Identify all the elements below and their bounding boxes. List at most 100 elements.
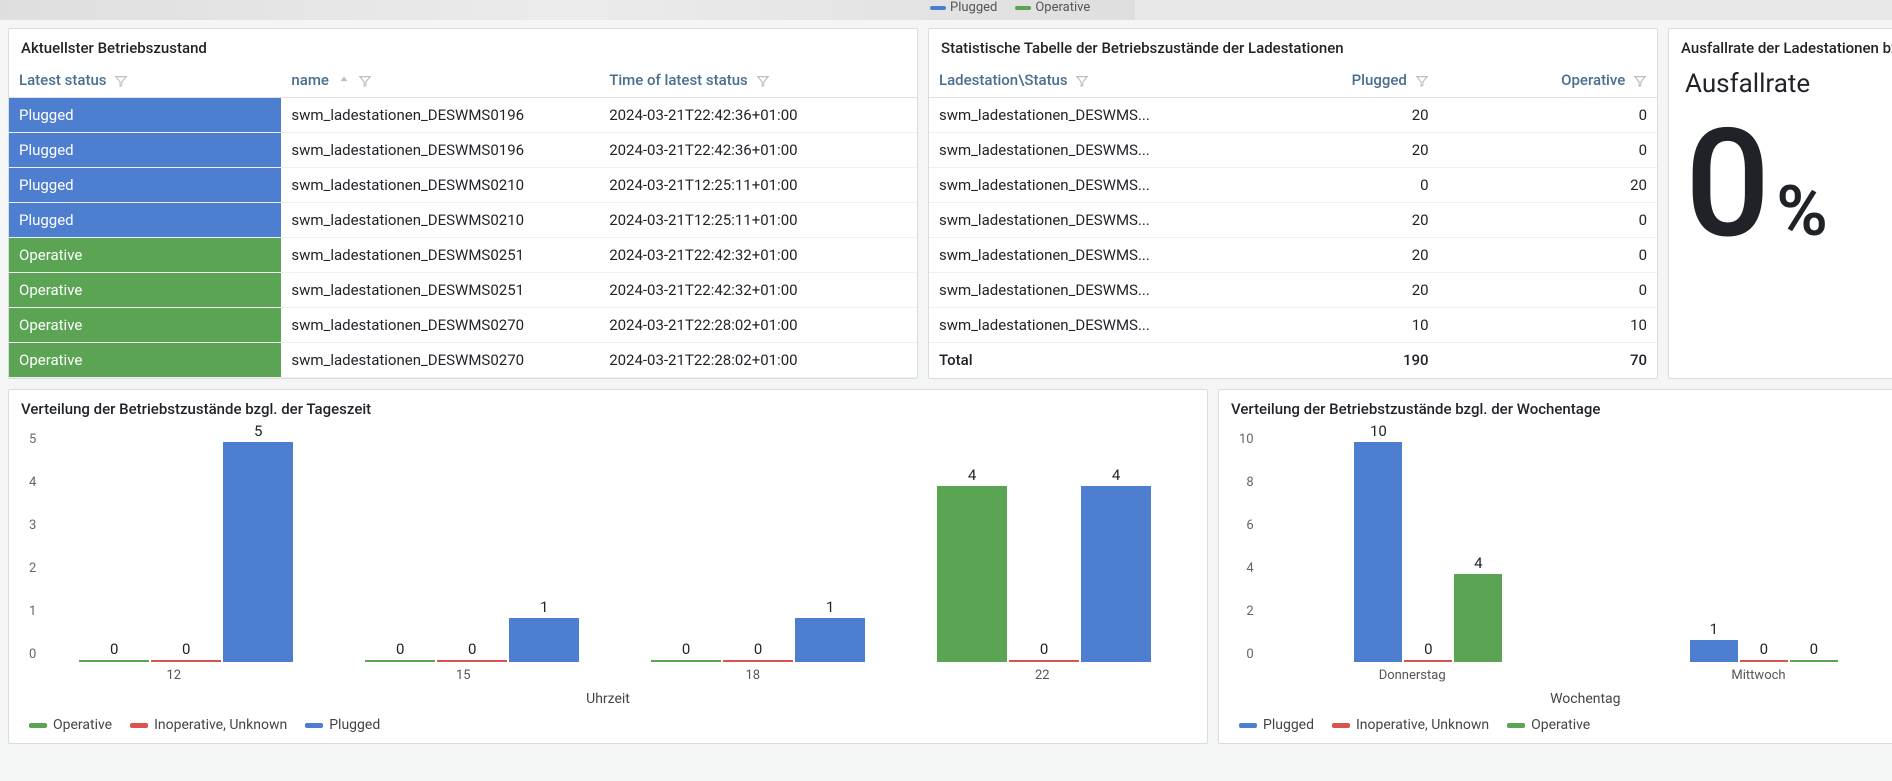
bar[interactable]: 1	[1690, 640, 1738, 662]
bar[interactable]: 1	[795, 618, 865, 662]
bar-value-label: 5	[254, 422, 262, 440]
failrate-value: 0 %	[1685, 109, 1828, 259]
top-legend: Plugged Operative	[930, 0, 1090, 15]
name-cell: swm_ladestationen_DESWMS0210	[281, 168, 599, 203]
bar-value-label: 0	[1040, 640, 1048, 658]
legend-inop[interactable]: Inoperative, Unknown	[130, 717, 287, 733]
col-label: Ladestation\Status	[939, 71, 1068, 89]
status-cell: Operative	[9, 238, 281, 273]
bar-value-label: 0	[1810, 640, 1818, 658]
bar[interactable]: 0	[1790, 660, 1838, 662]
bar[interactable]: 0	[1404, 660, 1452, 662]
time-cell: 2024-03-21T22:42:32+01:00	[599, 238, 917, 273]
table-row[interactable]: Pluggedswm_ladestationen_DESWMS01962024-…	[9, 133, 917, 168]
sort-asc-icon[interactable]	[337, 74, 351, 88]
table-row[interactable]: swm_ladestationen_DESWMS...020	[929, 168, 1657, 203]
total-operative: 70	[1439, 343, 1657, 378]
y-tick: 5	[29, 432, 36, 447]
status-cell: Plugged	[9, 168, 281, 203]
chart-plot[interactable]: 005001001404	[42, 432, 1187, 662]
table-row[interactable]: swm_ladestationen_DESWMS...200	[929, 203, 1657, 238]
panel-latest-status: Aktuellster Betriebszustand Latest statu…	[8, 28, 918, 379]
legend-operative[interactable]: Operative	[1507, 717, 1590, 733]
name-cell: swm_ladestationen_DESWMS0251	[281, 238, 599, 273]
legend-inop[interactable]: Inoperative, Unknown	[1332, 717, 1489, 733]
filter-icon[interactable]	[358, 74, 372, 88]
legend-label: Inoperative, Unknown	[154, 717, 287, 733]
bar-value-label: 4	[1474, 554, 1482, 572]
bar[interactable]: 4	[937, 486, 1007, 662]
y-axis: 1086420	[1239, 432, 1260, 662]
table-row[interactable]: Pluggedswm_ladestationen_DESWMS01962024-…	[9, 98, 917, 133]
bar[interactable]: 0	[437, 660, 507, 662]
col-label: name	[291, 71, 329, 89]
bar[interactable]: 1	[509, 618, 579, 662]
panel-title: Verteilung der Betriebstzustände bzgl. d…	[1219, 390, 1892, 424]
table-row[interactable]: Operativeswm_ladestationen_DESWMS0270202…	[9, 343, 917, 378]
legend-plugged[interactable]: Plugged	[1239, 717, 1314, 733]
operative-cell: 0	[1439, 203, 1657, 238]
col-time[interactable]: Time of latest status	[599, 63, 917, 98]
legend-plugged[interactable]: Plugged	[305, 717, 380, 733]
bar-value-label: 0	[754, 640, 762, 658]
bar[interactable]: 5	[223, 442, 293, 662]
filter-icon[interactable]	[756, 74, 770, 88]
station-cell: swm_ladestationen_DESWMS...	[929, 308, 1220, 343]
table-row[interactable]: swm_ladestationen_DESWMS...200	[929, 98, 1657, 133]
filter-icon[interactable]	[1633, 74, 1647, 88]
table-row[interactable]: swm_ladestationen_DESWMS...1010	[929, 308, 1657, 343]
bar[interactable]: 0	[79, 660, 149, 662]
y-tick: 6	[1246, 518, 1253, 533]
name-cell: swm_ladestationen_DESWMS0270	[281, 308, 599, 343]
plugged-cell: 10	[1220, 308, 1438, 343]
filter-icon[interactable]	[114, 74, 128, 88]
bar[interactable]: 0	[651, 660, 721, 662]
bar-group: 1004	[1261, 442, 1597, 662]
legend-label: Inoperative, Unknown	[1356, 717, 1489, 733]
plugged-cell: 20	[1220, 273, 1438, 308]
filter-icon[interactable]	[1075, 74, 1089, 88]
bar[interactable]: 0	[365, 660, 435, 662]
y-tick: 2	[29, 561, 36, 576]
bar-group: 001	[615, 618, 901, 662]
bar[interactable]: 4	[1081, 486, 1151, 662]
table-row[interactable]: swm_ladestationen_DESWMS...200	[929, 238, 1657, 273]
bar[interactable]: 0	[1740, 660, 1788, 662]
legend-label: Operative	[1531, 717, 1590, 733]
bar[interactable]: 4	[1454, 574, 1502, 662]
bar[interactable]: 0	[151, 660, 221, 662]
chart-plot[interactable]: 1004100	[1260, 432, 1892, 662]
x-tick: Mittwoch	[1585, 668, 1892, 683]
filter-icon[interactable]	[1415, 74, 1429, 88]
station-cell: swm_ladestationen_DESWMS...	[929, 133, 1220, 168]
name-cell: swm_ladestationen_DESWMS0210	[281, 203, 599, 238]
y-tick: 0	[1246, 647, 1253, 662]
stats-table: Ladestation\Status Plugged Operative swm…	[929, 63, 1657, 377]
bar[interactable]: 10	[1354, 442, 1402, 662]
table-row[interactable]: Pluggedswm_ladestationen_DESWMS02102024-…	[9, 203, 917, 238]
legend-operative[interactable]: Operative	[29, 717, 112, 733]
table-row[interactable]: Operativeswm_ladestationen_DESWMS0251202…	[9, 273, 917, 308]
y-tick: 10	[1239, 432, 1254, 447]
x-labels: DonnerstagMittwoch	[1239, 668, 1892, 683]
table-row[interactable]: Pluggedswm_ladestationen_DESWMS02102024-…	[9, 168, 917, 203]
table-row[interactable]: swm_ladestationen_DESWMS...200	[929, 273, 1657, 308]
col-name[interactable]: name	[281, 63, 599, 98]
bar[interactable]: 0	[723, 660, 793, 662]
bar-group: 100	[1596, 640, 1892, 662]
col-station[interactable]: Ladestation\Status	[929, 63, 1220, 98]
col-latest-status[interactable]: Latest status	[9, 63, 281, 98]
table-row[interactable]: swm_ladestationen_DESWMS...200	[929, 133, 1657, 168]
bar[interactable]: 0	[1009, 660, 1079, 662]
table-row[interactable]: Operativeswm_ladestationen_DESWMS0251202…	[9, 238, 917, 273]
table-row[interactable]: Operativeswm_ladestationen_DESWMS0270202…	[9, 308, 917, 343]
operative-cell: 10	[1439, 308, 1657, 343]
col-operative[interactable]: Operative	[1439, 63, 1657, 98]
operative-cell: 0	[1439, 273, 1657, 308]
operative-cell: 0	[1439, 98, 1657, 133]
station-cell: swm_ladestationen_DESWMS...	[929, 238, 1220, 273]
time-cell: 2024-03-21T22:42:36+01:00	[599, 133, 917, 168]
col-plugged[interactable]: Plugged	[1220, 63, 1438, 98]
plugged-cell: 20	[1220, 98, 1438, 133]
x-tick: 18	[608, 668, 898, 683]
